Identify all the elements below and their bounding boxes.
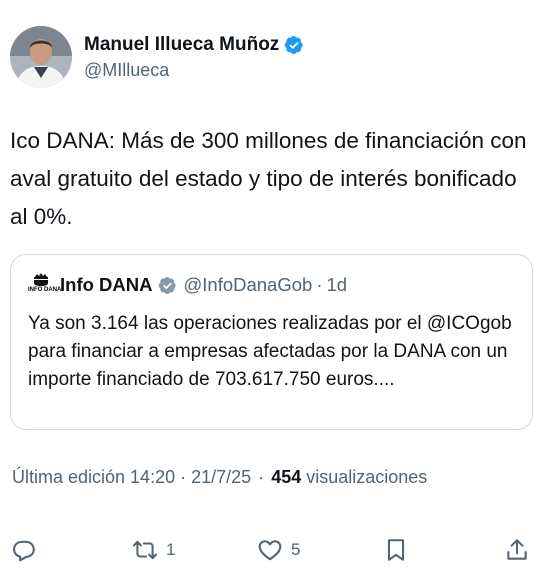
quoted-tweet[interactable]: INFO DANA Info DANA @InfoDanaGob · 1d Ya… — [10, 254, 533, 430]
bookmark-button[interactable] — [383, 530, 409, 570]
author-names: Manuel Illueca Muñoz @MIllueca — [84, 32, 304, 81]
like-button[interactable]: 5 — [257, 530, 300, 570]
tweet-meta: Última edición 14:20 · 21/7/25 · 454 vis… — [12, 467, 427, 488]
tweet-header: Manuel Illueca Muñoz @MIllueca — [10, 26, 530, 90]
tweet-text: Ico DANA: Más de 300 millones de financi… — [10, 128, 527, 229]
avatar-image — [10, 26, 72, 88]
quoted-handle: @InfoDanaGob — [183, 274, 313, 295]
quoted-timestamp[interactable]: 1d — [327, 274, 348, 296]
action-bar: 1 5 — [0, 530, 539, 570]
government-badge-icon — [158, 276, 177, 295]
like-count: 5 — [291, 540, 301, 559]
crown-shield-icon — [34, 273, 48, 286]
quoted-display-name: Info DANA — [60, 274, 153, 295]
quoted-avatar-label: INFO DANA — [28, 287, 62, 293]
repost-icon — [132, 540, 158, 560]
display-name-row: Manuel Illueca Muñoz — [84, 32, 304, 58]
edited-timestamp[interactable]: Última edición 14:20 · 21/7/25 — [12, 467, 251, 487]
quoted-avatar: INFO DANA — [28, 272, 62, 298]
repost-button[interactable]: 1 — [132, 530, 175, 570]
like-icon — [258, 540, 282, 561]
quoted-separator: · — [316, 274, 323, 295]
quoted-tweet-text: Ya son 3.164 las operaciones realizadas … — [28, 313, 512, 390]
reply-icon — [13, 540, 35, 562]
author-display-name[interactable]: Manuel Illueca Muñoz — [84, 34, 279, 56]
share-button[interactable] — [504, 530, 530, 570]
share-icon — [507, 539, 527, 560]
avatar[interactable] — [10, 26, 72, 88]
repost-count: 1 — [166, 540, 176, 559]
reply-button[interactable] — [11, 530, 45, 570]
author-handle[interactable]: @MIllueca — [84, 60, 304, 81]
meta-separator: · — [258, 467, 265, 487]
bookmark-icon — [387, 539, 405, 561]
views-count: 454 — [271, 467, 302, 487]
verified-badge-icon[interactable] — [284, 35, 304, 55]
views-label: visualizaciones — [306, 467, 428, 487]
quoted-tweet-header: INFO DANA Info DANA @InfoDanaGob · 1d — [28, 272, 347, 298]
